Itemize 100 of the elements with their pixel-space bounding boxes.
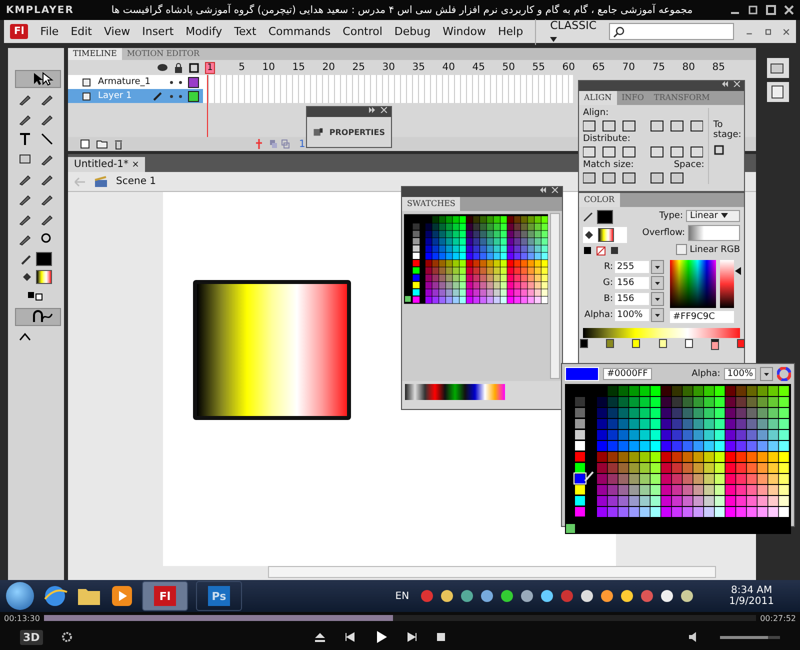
panel-tab[interactable]: ALIGN bbox=[579, 91, 617, 105]
taskbar-app[interactable]: Ps bbox=[196, 581, 242, 611]
eye-icon[interactable] bbox=[157, 63, 168, 72]
swatch-grid-drawing[interactable] bbox=[404, 213, 548, 305]
restore-icon[interactable] bbox=[766, 5, 776, 15]
lock-icon[interactable] bbox=[174, 62, 183, 72]
folder-icon[interactable] bbox=[96, 139, 108, 149]
channel-dropdown[interactable] bbox=[651, 308, 664, 322]
close-icon[interactable] bbox=[783, 26, 790, 36]
channel-field[interactable]: 100% bbox=[615, 309, 649, 321]
gradient-bar[interactable] bbox=[583, 328, 740, 338]
layer-row[interactable]: Armature_1 bbox=[68, 75, 203, 89]
search-field[interactable] bbox=[608, 23, 734, 40]
panel-tab[interactable]: MOTION EDITOR bbox=[122, 48, 205, 60]
type-label: Type: bbox=[659, 211, 683, 221]
gradient-stop[interactable] bbox=[606, 339, 614, 348]
gradient-rectangle[interactable] bbox=[193, 280, 351, 420]
menu-item[interactable]: File bbox=[40, 25, 59, 38]
linear-rgb-checkbox[interactable]: Linear RGB bbox=[676, 244, 740, 255]
stop-icon[interactable] bbox=[436, 632, 446, 642]
frame-number: 50 bbox=[501, 62, 515, 74]
brightness-thumb[interactable] bbox=[735, 266, 741, 275]
panel-controls-icon[interactable] bbox=[369, 107, 387, 113]
overflow-dropdown[interactable] bbox=[688, 225, 740, 241]
gradient-stop[interactable] bbox=[658, 339, 666, 348]
alpha-field[interactable]: 100% bbox=[724, 368, 756, 380]
menu-item[interactable]: Modify bbox=[186, 25, 222, 38]
panel-icon[interactable] bbox=[767, 58, 789, 78]
stroke-color-swatch[interactable] bbox=[36, 252, 52, 266]
taskbar-app[interactable]: Fl bbox=[142, 581, 188, 611]
layer-color-square[interactable] bbox=[188, 76, 199, 88]
seek-bar[interactable] bbox=[44, 615, 756, 621]
playhead-icon[interactable] bbox=[255, 139, 263, 149]
play-icon[interactable] bbox=[374, 630, 388, 644]
color-spectrum[interactable] bbox=[670, 260, 716, 308]
channel-field[interactable]: 255 bbox=[615, 261, 649, 273]
menu-item[interactable]: Control bbox=[342, 25, 382, 38]
fill-color-swatch[interactable] bbox=[36, 270, 52, 284]
distribute-buttons-drawing[interactable] bbox=[583, 146, 703, 158]
properties-icon[interactable] bbox=[313, 126, 324, 138]
start-button[interactable] bbox=[6, 582, 34, 610]
maximize-icon[interactable] bbox=[764, 26, 772, 36]
layer-color-square[interactable] bbox=[188, 90, 199, 102]
panel-controls-icon[interactable] bbox=[722, 81, 740, 87]
menu-item[interactable]: View bbox=[104, 25, 130, 38]
close-icon[interactable] bbox=[784, 5, 794, 15]
snap-magnet-icon[interactable] bbox=[15, 308, 61, 326]
frame-cells[interactable] bbox=[203, 89, 573, 103]
panel-tab[interactable]: COLOR bbox=[579, 193, 620, 207]
alpha-dropdown[interactable] bbox=[760, 367, 773, 381]
arrow-tool-icon[interactable] bbox=[15, 70, 61, 88]
channel-dropdown[interactable] bbox=[651, 292, 664, 306]
gradient-stop[interactable] bbox=[710, 339, 719, 350]
align-buttons-drawing[interactable] bbox=[583, 120, 703, 132]
eject-icon[interactable] bbox=[314, 631, 326, 643]
language-indicator[interactable]: EN bbox=[395, 590, 410, 602]
menu-item[interactable]: Insert bbox=[142, 25, 174, 38]
document-tab[interactable]: Untitled-1* × bbox=[68, 157, 146, 172]
current-frame: 1 bbox=[299, 138, 306, 150]
library-icon[interactable] bbox=[767, 82, 789, 102]
gradient-stop[interactable] bbox=[632, 339, 640, 348]
swatch-grid-drawing[interactable] bbox=[565, 384, 791, 534]
browser-icon[interactable] bbox=[42, 583, 68, 609]
channel-dropdown[interactable] bbox=[651, 260, 664, 274]
channel-field[interactable]: 156 bbox=[615, 293, 649, 305]
channel-field[interactable]: 156 bbox=[615, 277, 649, 289]
gradient-stop[interactable] bbox=[684, 339, 693, 348]
channel-dropdown[interactable] bbox=[651, 276, 664, 290]
color-wheel-icon[interactable] bbox=[777, 367, 791, 381]
3d-mode-button[interactable]: 3D bbox=[20, 630, 43, 644]
type-dropdown[interactable]: Linear bbox=[686, 210, 740, 222]
panel-tab[interactable]: TIMELINE bbox=[68, 48, 122, 60]
hex-field[interactable]: #FF9C9C bbox=[670, 311, 734, 323]
new-layer-icon[interactable] bbox=[80, 139, 90, 149]
panel-title[interactable]: PROPERTIES bbox=[329, 128, 385, 136]
menu-item[interactable]: Help bbox=[498, 25, 524, 38]
volume-slider[interactable] bbox=[720, 636, 780, 638]
menu-item[interactable]: Text bbox=[234, 25, 256, 38]
menu-item[interactable]: Commands bbox=[268, 25, 331, 38]
outline-icon[interactable] bbox=[189, 62, 199, 72]
fill-color-swatch[interactable] bbox=[598, 228, 614, 242]
vertical-scrollbar[interactable] bbox=[550, 213, 560, 379]
horizontal-scrollbar[interactable] bbox=[268, 566, 716, 578]
hex-field[interactable]: #0000FF bbox=[603, 368, 652, 380]
panel-controls-icon[interactable] bbox=[540, 187, 558, 193]
stroke-color-swatch[interactable] bbox=[597, 210, 613, 224]
settings-icon[interactable] bbox=[60, 631, 73, 643]
to-stage-icon[interactable] bbox=[713, 144, 726, 156]
maximize-icon[interactable] bbox=[748, 5, 758, 15]
panel-tab[interactable]: SWATCHES bbox=[402, 197, 460, 211]
channel-label: R: bbox=[602, 262, 613, 272]
menu-item[interactable]: Window bbox=[442, 25, 486, 38]
menu-item[interactable]: Debug bbox=[394, 25, 431, 38]
gradient-swatches-drawing[interactable] bbox=[405, 384, 505, 400]
media-player-icon[interactable] bbox=[110, 584, 134, 608]
previous-icon[interactable] bbox=[344, 631, 356, 643]
menu-item[interactable]: Edit bbox=[70, 25, 92, 38]
next-icon[interactable] bbox=[406, 631, 418, 643]
workspace-dropdown[interactable]: CLASSIC bbox=[535, 18, 597, 44]
trash-icon[interactable] bbox=[114, 138, 123, 150]
